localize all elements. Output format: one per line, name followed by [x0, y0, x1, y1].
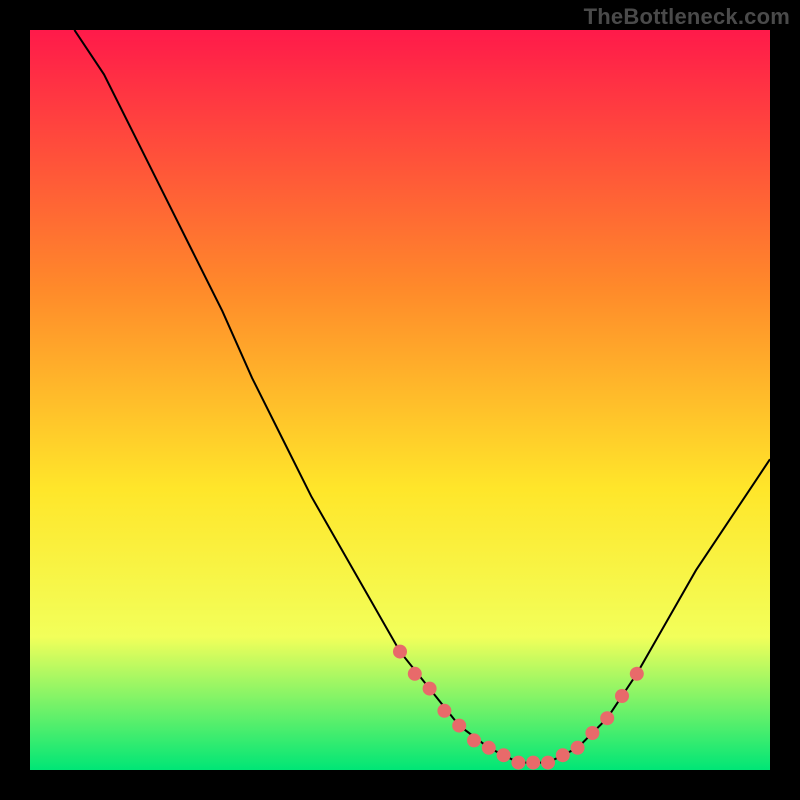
- gradient-background: [30, 30, 770, 770]
- highlight-dot: [423, 682, 437, 696]
- highlight-dot: [615, 689, 629, 703]
- highlight-dot: [585, 726, 599, 740]
- highlight-dot: [600, 711, 614, 725]
- highlight-dot: [556, 748, 570, 762]
- highlight-dot: [437, 704, 451, 718]
- highlight-dot: [497, 748, 511, 762]
- chart-svg: [30, 30, 770, 770]
- highlight-dot: [393, 645, 407, 659]
- highlight-dot: [482, 741, 496, 755]
- chart-plot-area: [30, 30, 770, 770]
- watermark-text: TheBottleneck.com: [584, 4, 790, 30]
- highlight-dot: [511, 756, 525, 770]
- highlight-dot: [541, 756, 555, 770]
- highlight-dot: [408, 667, 422, 681]
- highlight-dot: [526, 756, 540, 770]
- outer-frame: TheBottleneck.com: [0, 0, 800, 800]
- highlight-dot: [452, 719, 466, 733]
- highlight-dot: [467, 733, 481, 747]
- highlight-dot: [630, 667, 644, 681]
- highlight-dot: [571, 741, 585, 755]
